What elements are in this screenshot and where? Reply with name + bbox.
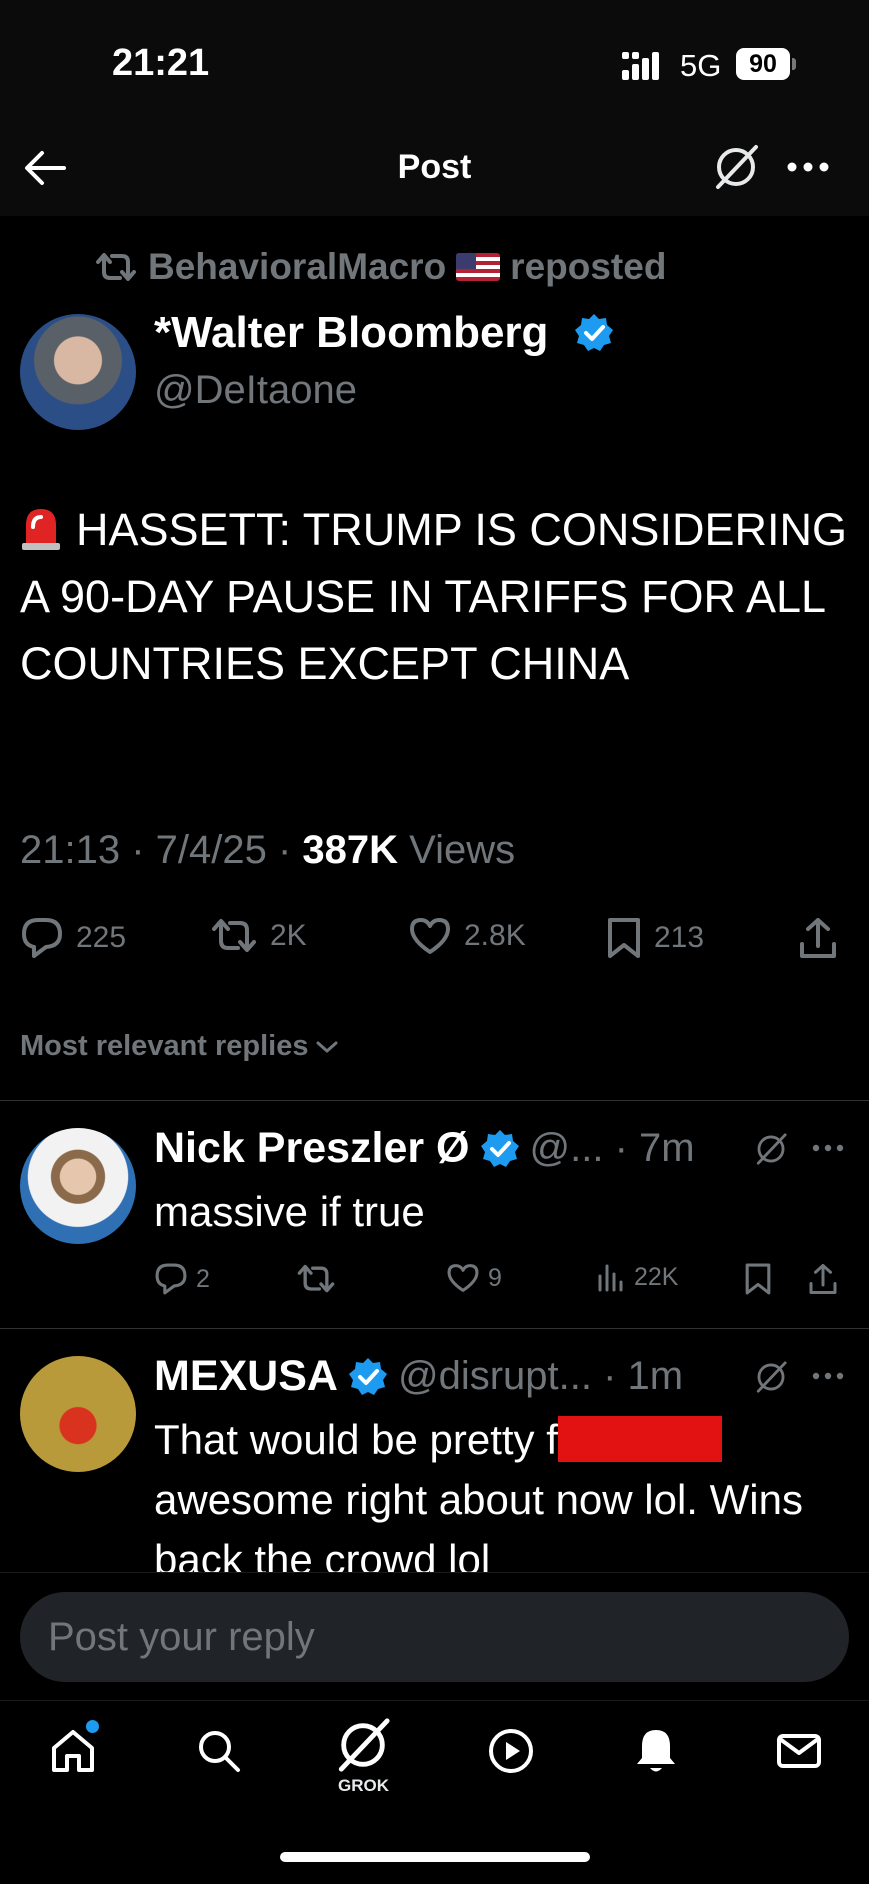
notification-dot <box>86 1720 99 1733</box>
reply-author-name[interactable]: MEXUSA <box>154 1352 338 1401</box>
heart-icon <box>410 918 450 954</box>
bookmark-icon <box>745 1263 771 1295</box>
bookmark-button[interactable]: 213 <box>606 916 704 960</box>
reply-count: 2 <box>196 1264 210 1293</box>
video-play-icon[interactable] <box>486 1726 536 1776</box>
more-options-icon[interactable] <box>786 160 830 174</box>
reply-avatar[interactable] <box>20 1128 136 1244</box>
reply-button[interactable]: 2 <box>154 1262 210 1296</box>
verified-badge-icon <box>348 1357 387 1395</box>
post-text: HASSETT: TRUMP IS CONSIDERING A 90-DAY P… <box>20 504 847 689</box>
repost-icon <box>297 1264 335 1293</box>
bookmark-button[interactable] <box>744 1262 772 1296</box>
reply-text-end: awesome right about now lol. Wins back t… <box>154 1476 803 1583</box>
share-icon <box>800 918 836 958</box>
reply-button[interactable]: 225 <box>20 916 126 960</box>
messages-mail-icon[interactable] <box>774 1726 824 1776</box>
repost-button[interactable]: 2K <box>210 916 307 956</box>
views-chart-icon <box>598 1264 623 1292</box>
grok-tab-icon[interactable] <box>334 1716 392 1774</box>
reply-actions: 2 9 22K <box>154 1262 854 1302</box>
verified-badge-icon <box>575 314 613 351</box>
reply-input[interactable]: Post your reply <box>20 1592 849 1682</box>
reply-text-start: That would be pretty f <box>154 1416 558 1463</box>
repost-suffix: reposted <box>510 246 667 287</box>
repost-indicator: BehavioralMacro reposted <box>94 246 666 288</box>
repost-icon <box>96 253 136 281</box>
reply-header: MEXUSA @disrupt... · 1m <box>154 1352 683 1401</box>
like-count: 2.8K <box>464 919 526 952</box>
grok-tab-label: GROK <box>338 1776 389 1795</box>
repost-icon <box>212 919 256 952</box>
reply-text: That would be pretty f awesome right abo… <box>154 1410 844 1590</box>
siren-emoji-icon <box>22 509 60 550</box>
reply-handle[interactable]: @... · 7m <box>530 1126 695 1171</box>
search-icon[interactable] <box>194 1726 244 1776</box>
views-label: Views <box>398 828 516 872</box>
like-button[interactable]: 9 <box>446 1262 502 1294</box>
bookmark-count: 213 <box>654 921 705 954</box>
author-name[interactable]: *Walter Bloomberg <box>154 308 548 358</box>
reply-header: Nick Preszler Ø @... · 7m <box>154 1124 695 1173</box>
post-meta: 21:13 · 7/4/25 · 387K Views <box>20 828 515 873</box>
views-count: 387K <box>302 828 399 872</box>
heart-icon <box>447 1264 479 1292</box>
battery-tip <box>792 58 796 70</box>
reply-handle[interactable]: @disrupt... · 1m <box>398 1354 683 1399</box>
more-options-icon[interactable] <box>812 1371 844 1381</box>
bookmark-icon <box>608 918 640 958</box>
grok-icon[interactable] <box>754 1132 788 1166</box>
like-button[interactable]: 2.8K <box>408 916 526 956</box>
divider <box>0 1100 869 1101</box>
author-avatar[interactable] <box>20 314 136 430</box>
post-timestamp: 21:13 · 7/4/25 · <box>20 828 303 872</box>
chevron-down-icon <box>316 1041 337 1052</box>
reply-icon <box>22 918 62 958</box>
reply-author-name[interactable]: Nick Preszler Ø <box>154 1124 470 1173</box>
divider <box>0 1328 869 1329</box>
views-button[interactable]: 22K <box>596 1262 678 1292</box>
post-body: HASSETT: TRUMP IS CONSIDERING A 90-DAY P… <box>20 496 850 697</box>
reply-sort-dropdown[interactable]: Most relevant replies <box>20 1030 339 1063</box>
more-options-icon[interactable] <box>812 1143 844 1153</box>
reply-icon <box>155 1263 187 1295</box>
home-icon[interactable] <box>48 1726 98 1776</box>
battery-indicator: 90 <box>736 48 790 80</box>
like-count: 9 <box>488 1263 502 1292</box>
network-type: 5G <box>680 48 722 83</box>
share-button[interactable] <box>808 1262 838 1296</box>
reply-text: massive if true <box>154 1188 425 1235</box>
grok-icon[interactable] <box>754 1360 788 1394</box>
post-actions: 225 2K 2.8K 213 <box>20 916 850 966</box>
home-indicator <box>280 1852 590 1862</box>
grok-icon[interactable] <box>712 143 760 191</box>
repost-count: 2K <box>270 919 307 952</box>
reply-avatar[interactable] <box>20 1356 136 1472</box>
share-icon <box>809 1264 837 1294</box>
verified-badge-icon <box>480 1129 519 1167</box>
author-handle[interactable]: @DeItaone <box>154 368 357 413</box>
repost-user[interactable]: BehavioralMacro <box>148 246 446 288</box>
redaction-block <box>557 1416 722 1462</box>
views-count: 22K <box>634 1262 679 1291</box>
reply-count: 225 <box>76 921 127 954</box>
us-flag-icon <box>456 253 501 281</box>
repost-button[interactable] <box>296 1262 336 1296</box>
share-button[interactable] <box>798 916 838 960</box>
notifications-bell-icon[interactable] <box>632 1726 680 1776</box>
signal-icon <box>622 52 659 80</box>
status-time: 21:21 <box>112 42 210 84</box>
reply-sort-label: Most relevant replies <box>20 1030 309 1062</box>
